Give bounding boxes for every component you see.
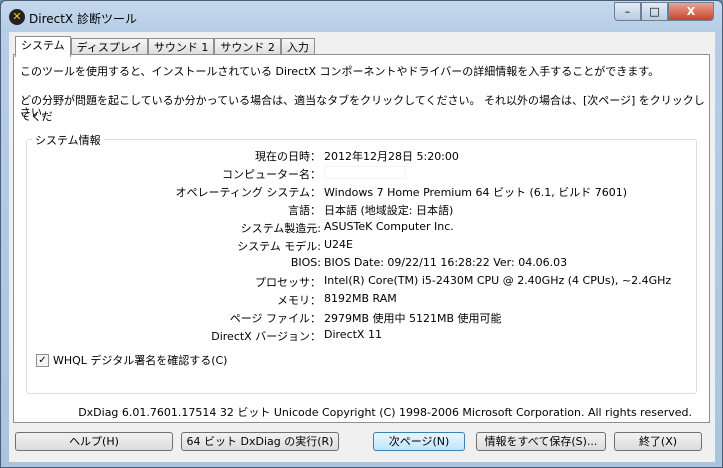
info-row: システム モデル: U24E [14,238,704,254]
info-value: DirectX 11 [324,328,382,341]
computer-name-value [324,166,406,182]
info-label: メモリ： [277,294,321,307]
info-row: 現在の日時： 2012年12月28日 5:20:00 [14,148,704,164]
info-row: 言語： 日本語 (地域設定: 日本語) [14,202,704,218]
info-label: ページ ファイル： [229,312,321,325]
info-label: DirectX バージョン： [211,330,321,343]
info-label: BIOS: [290,256,321,269]
directx-icon: ✕ [9,9,25,25]
info-row: ページ ファイル： 2979MB 使用中 5121MB 使用可能 [14,310,704,326]
info-label: プロセッサ： [255,276,321,289]
maximize-button[interactable]: □ [641,2,668,21]
copyright-text: DxDiag 6.01.7601.17514 32 ビット Unicode Co… [78,406,692,419]
intro-text-2: どの分野が問題を起こしているか分かっている場合は、適当なタブをクリックしてくださ… [20,94,705,123]
save-all-button[interactable]: 情報をすべて保存(S)... [476,432,606,451]
dxdiag-window: ✕ DirectX 診断ツール – □ X システム ディスプレイ サウンド 1… [0,0,723,468]
info-value: U24E [324,238,353,251]
info-value: ASUSTeK Computer Inc. [324,220,454,233]
info-row: オペレーティング システム： Windows 7 Home Premium 64 … [14,184,704,200]
info-label: コンピューター名： [222,168,321,181]
info-value: Intel(R) Core(TM) i5-2430M CPU @ 2.40GHz… [324,274,672,287]
intro-text-3: さい。 [20,106,53,119]
info-label: 言語： [288,204,321,217]
info-value: 8192MB RAM [324,292,397,305]
info-value: BIOS Date: 09/22/11 16:28:22 Ver: 04.06.… [324,256,568,269]
info-label: システム製造元: [240,222,321,235]
info-row: コンピューター名： [14,166,704,182]
info-value: Windows 7 Home Premium 64 ビット (6.1, ビルド … [324,186,628,199]
info-label: 現在の日時： [255,150,321,163]
info-value: 日本語 (地域設定: 日本語) [324,204,454,217]
minimize-button[interactable]: – [614,2,641,21]
info-label: システム モデル: [237,240,321,253]
info-row: システム製造元: ASUSTeK Computer Inc. [14,220,704,236]
window-title: DirectX 診断ツール [29,12,137,26]
exit-button[interactable]: 終了(X) [614,432,702,451]
info-row: プロセッサ： Intel(R) Core(TM) i5-2430M CPU @ 2… [14,274,704,290]
whql-label: WHQL デジタル署名を確認する(C) [53,354,228,367]
intro-text-1: このツールを使用すると、インストールされている DirectX コンポーネントや… [20,65,660,78]
info-row: BIOS: BIOS Date: 09/22/11 16:28:22 Ver: 0… [14,256,704,272]
run-64bit-button[interactable]: 64 ビット DxDiag の実行(R) [181,432,339,451]
info-value: 2979MB 使用中 5121MB 使用可能 [324,312,502,325]
info-row: DirectX バージョン： DirectX 11 [14,328,704,344]
next-page-button[interactable]: 次ページ(N) [373,432,465,451]
client-area: システム ディスプレイ サウンド 1 サウンド 2 入力 このツールを使用すると… [9,32,715,462]
info-value: 2012年12月28日 5:20:00 [324,150,459,163]
system-tab-panel: このツールを使用すると、インストールされている DirectX コンポーネントや… [13,54,710,423]
whql-checkbox[interactable]: ✓ WHQL デジタル署名を確認する(C) [36,352,227,368]
info-row: メモリ： 8192MB RAM [14,292,704,308]
close-button[interactable]: X [668,2,714,21]
tab-system[interactable]: システム [15,36,71,57]
help-button[interactable]: ヘルプ(H) [15,432,173,451]
info-label: オペレーティング システム： [175,186,321,199]
system-info-title: システム情報 [32,132,104,148]
checkbox-check-icon[interactable]: ✓ [36,353,49,367]
